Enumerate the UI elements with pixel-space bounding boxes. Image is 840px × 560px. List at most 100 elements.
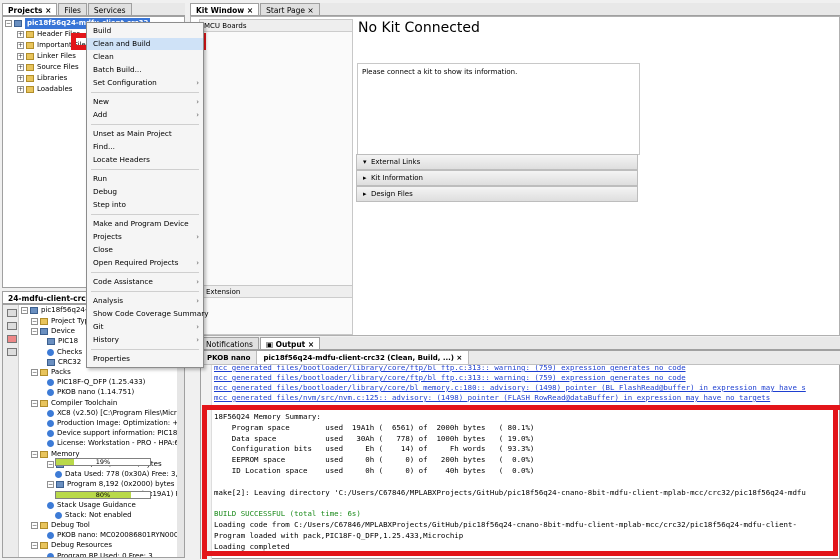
menu-item-close[interactable]: Close [87, 244, 203, 256]
dashboard-tool-button[interactable] [7, 348, 17, 356]
menu-item-code-assistance[interactable]: Code Assistance › [87, 276, 203, 288]
expand-icon[interactable]: + [17, 86, 24, 93]
menu-separator [91, 214, 199, 215]
menu-item-properties[interactable]: Properties [87, 353, 203, 365]
tab-notifications[interactable]: Notifications [200, 337, 259, 349]
collapse-icon[interactable]: − [47, 460, 54, 468]
collapse-icon[interactable]: − [31, 328, 38, 336]
tab-kit-window[interactable]: Kit Window × [190, 3, 260, 15]
menu-item-step-into[interactable]: Step into [87, 199, 203, 211]
row-icon [47, 338, 55, 346]
menu-item-make-and-program-device[interactable]: Make and Program Device [87, 218, 203, 230]
menu-item-projects[interactable]: Projects › [87, 231, 203, 243]
row-icon [55, 471, 62, 478]
tree-item-label: Libraries [37, 74, 68, 82]
row-icon [40, 369, 48, 376]
expand-icon[interactable]: + [17, 31, 24, 38]
row-icon [40, 450, 48, 458]
collapse-icon[interactable]: − [31, 318, 38, 325]
row-icon [47, 552, 54, 557]
tree-item-label: Linker Files [37, 52, 76, 60]
expand-icon[interactable]: + [17, 53, 24, 60]
row-icon [47, 430, 54, 438]
tab-dashboard[interactable]: 24-mdfu-client-crc3 [2, 291, 97, 303]
output-advisory-line[interactable]: mcc generated files/nvm/src/nvm.c:125:: … [214, 393, 770, 403]
dashboard-tool-button[interactable] [7, 309, 17, 317]
row-icon [47, 420, 54, 427]
row-icon [40, 318, 48, 325]
menu-item-label: Show Code Coverage Summary [93, 309, 209, 318]
menu-item-run[interactable]: Run [87, 173, 203, 185]
mcu-boards-header: MCU Boards [200, 20, 352, 32]
expand-icon[interactable]: + [17, 42, 24, 49]
menu-item-open-required-projects[interactable]: Open Required Projects › [87, 257, 203, 269]
menu-item-label: Analysis [93, 296, 124, 305]
row-icon [40, 522, 48, 529]
accordion-external-links[interactable]: ▾ External Links [356, 154, 638, 170]
expand-icon[interactable]: + [17, 64, 24, 71]
menu-item-show-code-coverage-summary[interactable]: Show Code Coverage Summary [87, 308, 209, 320]
menu-item-label: Git [93, 322, 104, 331]
tab-projects[interactable]: Projects × [2, 3, 58, 15]
tab-files[interactable]: Files [58, 3, 87, 15]
project-icon [14, 20, 22, 27]
tab-pkob-nano[interactable]: PKOB nano [201, 351, 258, 364]
row-icon [47, 409, 54, 417]
menu-item-add[interactable]: Add › [87, 109, 203, 121]
menu-item-clean-and-build[interactable]: Clean and Build [87, 38, 203, 50]
accordion-kit-information[interactable]: ▸ Kit Information [356, 170, 638, 186]
menu-separator [91, 291, 199, 292]
dashboard-tool-button[interactable] [7, 335, 17, 343]
row-icon [40, 328, 48, 336]
menu-item-history[interactable]: History › [87, 334, 203, 346]
menu-item-new[interactable]: New › [87, 96, 203, 108]
menu-item-find[interactable]: Find... [87, 141, 203, 153]
collapse-icon[interactable]: − [31, 522, 38, 529]
output-subtabs: PKOB nano pic18f56q24-mdfu-client-crc32 … [201, 351, 840, 365]
row-icon [47, 358, 55, 366]
tab-build-output[interactable]: pic18f56q24-mdfu-client-crc32 (Clean, Bu… [257, 351, 470, 364]
menu-item-label: Clean and Build [93, 39, 151, 48]
highlight-build-output-right [833, 405, 838, 555]
row-icon [47, 501, 54, 509]
folder-icon [26, 42, 34, 49]
submenu-arrow-icon: › [196, 98, 199, 106]
folder-icon [26, 31, 34, 38]
dashboard-row[interactable]: Program BP Used: 0 Free: 3 [47, 551, 153, 557]
tab-start-page[interactable]: Start Page × [260, 3, 320, 15]
menu-item-label: Batch Build... [93, 65, 142, 74]
highlight-build-output-bottom [202, 551, 838, 556]
collapse-icon[interactable]: − [31, 369, 38, 376]
expand-icon[interactable]: + [17, 75, 24, 82]
tab-services[interactable]: Services [87, 3, 132, 15]
output-warning-line[interactable]: mcc generated files/bootloader/library/c… [214, 373, 686, 383]
data-memory-bar: 19% [55, 458, 151, 466]
dashboard-toolbar [3, 305, 19, 557]
row-icon [47, 440, 54, 448]
menu-item-clean[interactable]: Clean [87, 51, 203, 63]
menu-item-label: Close [93, 245, 113, 254]
collapse-icon[interactable]: − [31, 450, 38, 458]
row-icon [47, 348, 54, 356]
row-icon [47, 532, 54, 540]
menu-item-label: History [93, 335, 119, 344]
menu-item-analysis[interactable]: Analysis › [87, 295, 203, 307]
menu-item-set-configuration[interactable]: Set Configuration › [87, 77, 203, 89]
menu-item-locate-headers[interactable]: Locate Headers [87, 154, 203, 166]
menu-item-unset-as-main-project[interactable]: Unset as Main Project [87, 128, 203, 140]
collapse-icon[interactable]: − [31, 542, 38, 550]
menu-item-batch-build[interactable]: Batch Build... [87, 64, 203, 76]
collapse-icon[interactable]: − [5, 20, 12, 27]
menu-item-build[interactable]: Build [87, 25, 203, 37]
collapse-icon[interactable]: − [47, 481, 54, 489]
dashboard-tool-button[interactable] [7, 322, 17, 330]
menu-item-label: Run [93, 174, 107, 183]
collapse-icon[interactable]: − [31, 399, 38, 407]
menu-item-git[interactable]: Git › [87, 321, 203, 333]
row-icon [40, 542, 48, 550]
accordion-design-files[interactable]: ▸ Design Files [356, 186, 638, 202]
submenu-arrow-icon: › [196, 111, 199, 119]
output-advisory-line[interactable]: mcc generated files/bootloader/library/c… [214, 383, 806, 393]
menu-item-debug[interactable]: Debug [87, 186, 203, 198]
tab-output[interactable]: ▣ Output × [259, 337, 321, 349]
